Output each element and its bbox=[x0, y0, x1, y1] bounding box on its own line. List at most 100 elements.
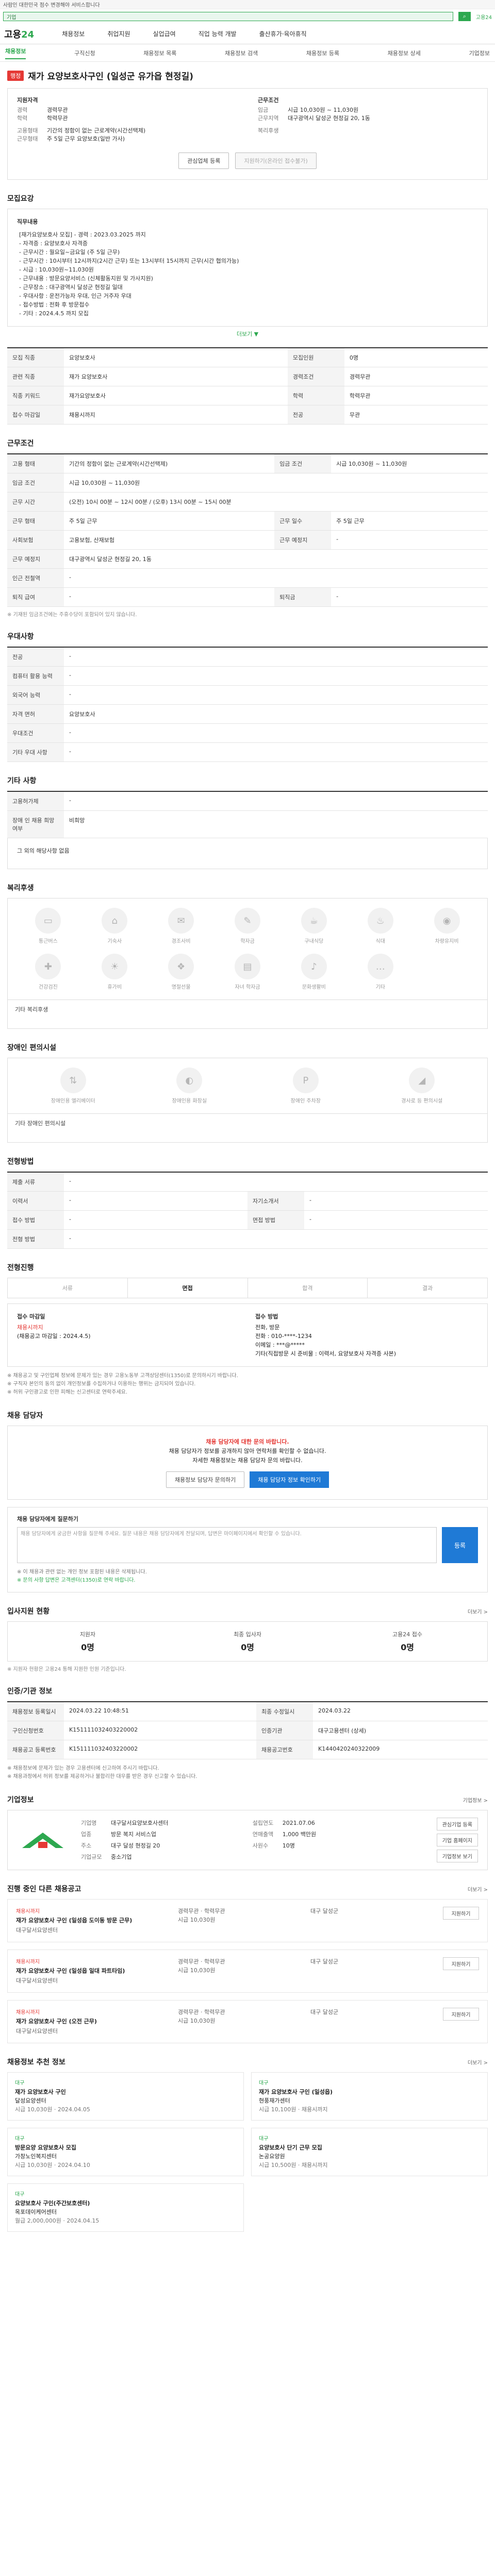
etc-text: 그 외의 해당사항 없음 bbox=[7, 838, 488, 869]
more-icon: … bbox=[367, 954, 393, 979]
rec-more-link[interactable]: 더보기 > bbox=[468, 2058, 488, 2066]
gnb-item-leave[interactable]: 출산휴가·육아휴직 bbox=[259, 29, 307, 38]
welfare-item: ☕ 구내식당 bbox=[280, 908, 347, 944]
stat-item: 최종 입사자 0명 bbox=[233, 1631, 262, 1652]
list-item[interactable]: 대구 재가 요양보호사 구인 달성요양센터 시급 10,030원 · 2024.04.… bbox=[7, 2072, 244, 2121]
page-title: 재가 요양보호사구인 (일성군 유가읍 현정길) bbox=[28, 72, 193, 82]
apply-etc: 기타(직접방문 시 준비물 : 이력서, 요양보호사 자격증 사본) bbox=[255, 1350, 397, 1357]
company-homepage-button[interactable]: 기업 홈페이지 bbox=[436, 1834, 478, 1846]
section-title: 장애인 편의시설 bbox=[7, 1044, 57, 1052]
lnb-item[interactable]: 기업정보 bbox=[469, 49, 490, 57]
lnb-item[interactable]: 채용정보 bbox=[5, 47, 26, 59]
gnb-item-training[interactable]: 직업 능력 개발 bbox=[199, 29, 237, 38]
cap-icon: ✎ bbox=[234, 908, 260, 934]
section-title: 진행 중인 다른 채용공고 bbox=[7, 1885, 81, 1893]
description-line: - 접수방법 : 전화 후 방문접수 bbox=[19, 301, 90, 308]
notice-text: 사람인 대한민국 점수 변경해야 서비스합니다 bbox=[3, 3, 100, 8]
section-title: 우대사항 bbox=[7, 633, 34, 641]
disability-item: ◢ 경사로 등 편의시설 bbox=[364, 1067, 481, 1104]
gift-icon: ✉ bbox=[168, 908, 194, 934]
bus-icon: ▭ bbox=[35, 908, 61, 934]
section-title: 전형진행 bbox=[7, 1264, 34, 1272]
apply-button[interactable]: 지원하기(온라인 접수불가) bbox=[235, 152, 317, 169]
list-item[interactable]: 채용시까지 재가 요양보호사 구인 (일성읍 일대 파트타임) 대구달서요양센터 경… bbox=[7, 1950, 488, 1993]
conditions-note: ※ 기재된 임금조건에는 주휴수당이 포함되어 있지 않습니다. bbox=[7, 612, 137, 618]
gnb-item-support[interactable]: 취업지원 bbox=[107, 29, 130, 38]
qna-title: 채용 담당자에게 질문하기 bbox=[17, 1516, 78, 1522]
company-more-link[interactable]: 기업정보 > bbox=[463, 1796, 488, 1804]
disability-item: ◐ 장애인용 화장실 bbox=[131, 1067, 248, 1104]
list-item[interactable]: 채용시까지 재가 요양보호사 구인 (오전 근무) 대구달서요양센터 경력무관 · … bbox=[7, 2000, 488, 2043]
welfare-item: ⌂ 기숙사 bbox=[81, 908, 148, 944]
stat-item: 지원자 0명 bbox=[79, 1631, 96, 1652]
lnb-item[interactable]: 채용정보 상세 bbox=[388, 49, 421, 57]
parking-icon: P bbox=[292, 1067, 319, 1093]
list-item[interactable]: 대구 요양보호사 단기 근무 모집 논공요양원 시급 10,500원 · 채용시까지 bbox=[251, 2128, 488, 2176]
contact-line: 채용 담당자에 대한 문의 바랍니다. bbox=[206, 1438, 289, 1445]
description-line: - 근무시간 : 10시부터 12시까지(2시간 근무) 또는 13시부터 15… bbox=[19, 258, 239, 264]
company-bookmark-button[interactable]: 관심기업 등록 bbox=[436, 1818, 478, 1831]
related-apply-button[interactable]: 지원하기 bbox=[443, 1957, 479, 1970]
contact-inquiry-button[interactable]: 채용정보 담당자 문의하기 bbox=[166, 1471, 245, 1488]
lnb-item[interactable]: 구직신청 bbox=[74, 49, 95, 57]
step-tab[interactable]: 합격 bbox=[248, 1278, 368, 1298]
elevator-icon: ⇅ bbox=[60, 1067, 86, 1093]
recruit-table: 모집 직종 요양보호사 모집인원 0명 관련 직종 재가 요양보호사 경력조건 경력무관 직… bbox=[7, 347, 488, 425]
welfare-item: ☀ 휴가비 bbox=[81, 954, 148, 990]
company-info-button[interactable]: 기업정보 보기 bbox=[436, 1850, 478, 1862]
step-tab[interactable]: 서류 bbox=[8, 1278, 128, 1298]
section-title: 기업정보 bbox=[7, 1796, 34, 1804]
list-item[interactable]: 대구 요양보호사 구인(주간보호센터) 옥포데이케어센터 월급 2,000,000원 … bbox=[7, 2183, 244, 2232]
site-link[interactable]: 고용24 bbox=[476, 13, 492, 21]
lnb-item[interactable]: 채용정보 등록 bbox=[306, 49, 339, 57]
summary-row: 임금 시급 10,030원 ~ 11,030원 bbox=[258, 107, 359, 113]
contact-info-button[interactable]: 채용 담당자 정보 확인하기 bbox=[250, 1471, 329, 1488]
welfare-item: … 기타 bbox=[347, 954, 414, 990]
qna-input[interactable]: 채용 담당자에게 궁금한 사항을 질문해 주세요. 질문 내용은 채용 담당자에… bbox=[17, 1527, 437, 1563]
search-icon[interactable]: ⌕ bbox=[458, 12, 471, 21]
summary-row: 경력 경력무관 bbox=[17, 107, 68, 113]
local-nav: 채용정보 구직신청 채용정보 목록 채용정보 검색 채용정보 등록 채용정보 상… bbox=[0, 44, 495, 62]
qna-note: ※ 이 채용과 관련 없는 개인 정보 포함된 내용은 삭제됩니다. bbox=[17, 1569, 147, 1575]
ramp-icon: ◢ bbox=[409, 1067, 435, 1093]
section-title: 채용 담당자 bbox=[7, 1412, 43, 1420]
gnb-item-unemployment[interactable]: 실업급여 bbox=[153, 29, 176, 38]
related-more-link[interactable]: 더보기 > bbox=[468, 1885, 488, 1893]
apply-info: 접수 마감일 채용시까지 (채용공고 마감일 : 2024.4.5) 접수 방법… bbox=[7, 1303, 488, 1367]
lnb-item[interactable]: 채용정보 검색 bbox=[225, 49, 258, 57]
related-apply-button[interactable]: 지원하기 bbox=[443, 1907, 479, 1920]
disability-item: P 장애인 주차장 bbox=[248, 1067, 364, 1104]
music-icon: ♪ bbox=[301, 954, 327, 979]
stats-more-link[interactable]: 더보기 > bbox=[468, 1607, 488, 1615]
summary-row: 고용형태 기간의 정함이 없는 근로계약(시간선택제) bbox=[17, 127, 146, 134]
food-icon: ♨ bbox=[367, 908, 393, 934]
site-logo[interactable]: 고용24 bbox=[4, 27, 34, 41]
related-apply-button[interactable]: 지원하기 bbox=[443, 2008, 479, 2021]
list-item[interactable]: 대구 재가 요양보호사 구인 (일성읍) 현풍재가센터 시급 10,100원 · 채용… bbox=[251, 2072, 488, 2121]
meal-icon: ☕ bbox=[301, 908, 327, 934]
welfare-item: ♨ 식대 bbox=[347, 908, 414, 944]
bookmark-button[interactable]: 관심업체 등록 bbox=[178, 152, 229, 169]
lnb-item[interactable]: 채용정보 목록 bbox=[143, 49, 176, 57]
apply-method: 전화, 방문 bbox=[255, 1324, 280, 1331]
toilet-icon: ◐ bbox=[176, 1067, 203, 1093]
welfare-item: ◉ 차량유지비 bbox=[414, 908, 480, 944]
apply-deadline-note: (채용공고 마감일 : 2024.4.5) bbox=[17, 1333, 91, 1340]
section-title: 전형방법 bbox=[7, 1158, 34, 1166]
disability-text: 기타 장애인 편의시설 bbox=[7, 1114, 488, 1143]
list-item[interactable]: 채용시까지 재가 요양보호사 구인 (일성읍 도이동 방문 근무) 대구달서요양센터… bbox=[7, 1899, 488, 1942]
list-item[interactable]: 대구 방문요양 요양보호사 모집 가창노인복지센터 시급 10,030원 · 2024… bbox=[7, 2128, 244, 2176]
welfare-item: ▭ 통근버스 bbox=[15, 908, 81, 944]
step-tab[interactable]: 결과 bbox=[368, 1278, 487, 1298]
section-title: 입사지원 현황 bbox=[7, 1607, 50, 1616]
section-title: 모집요강 bbox=[7, 195, 34, 203]
qna-submit-button[interactable]: 등록 bbox=[442, 1527, 478, 1563]
conditions-table: 고용 형태 기간의 정함이 없는 근로계약(시간선택제) 임금 조건 시급 10,03… bbox=[7, 453, 488, 607]
section-title: 근무조건 bbox=[7, 439, 34, 448]
more-button[interactable]: 더보기 ▼ bbox=[7, 330, 488, 338]
step-tab[interactable]: 면접 bbox=[127, 1278, 248, 1298]
search-input[interactable]: 기업 bbox=[3, 12, 453, 21]
vacation-icon: ☀ bbox=[102, 954, 128, 979]
gnb-item-jobs[interactable]: 채용정보 bbox=[62, 29, 85, 38]
description-line: - 우대사항 : 운전가능자 우대, 인근 거주자 우대 bbox=[19, 293, 131, 299]
